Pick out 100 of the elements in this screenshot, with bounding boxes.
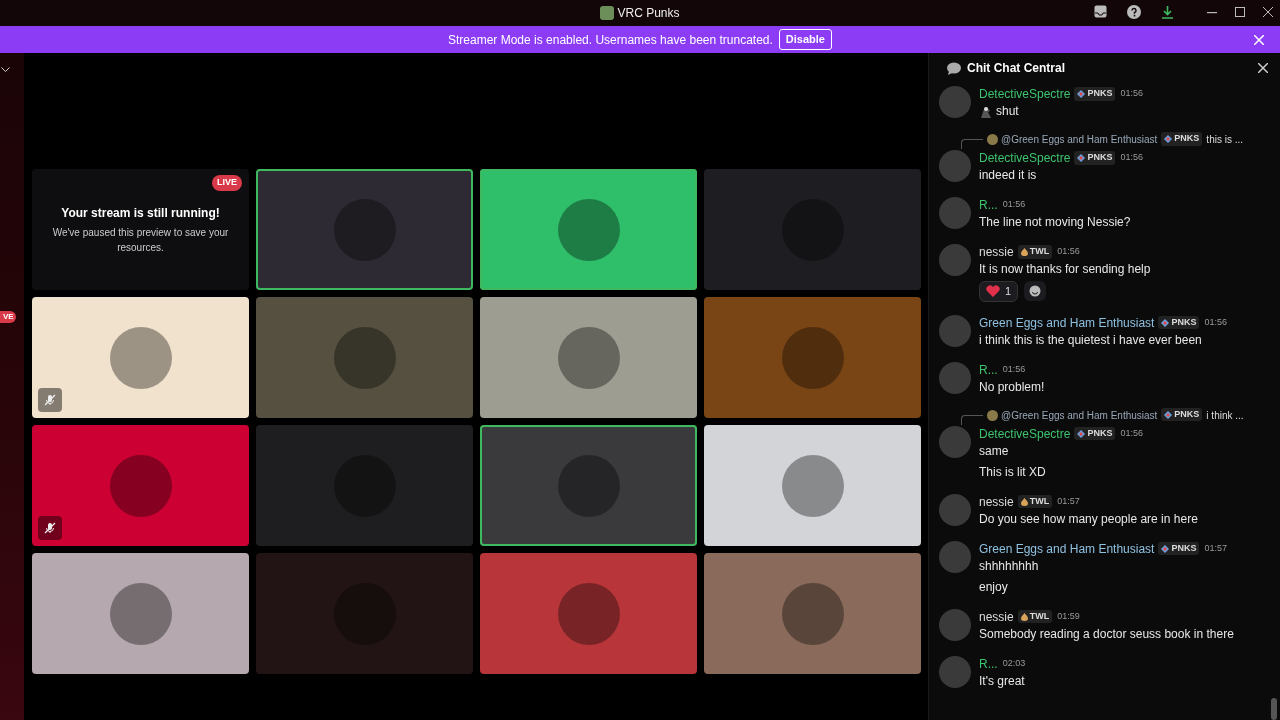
reply-preview: i think ... — [1206, 409, 1244, 421]
timestamp: 01:56 — [1120, 426, 1143, 440]
avatar-placeholder — [939, 197, 971, 229]
reply-preview: this is ... — [1206, 134, 1244, 145]
message-text: Somebody reading a doctor seuss book in there — [979, 625, 1234, 643]
diamond-icon — [1077, 429, 1086, 438]
timestamp: 01:57 — [1057, 494, 1080, 508]
message-text: No problem! — [979, 378, 1045, 396]
live-badge: VE — [0, 311, 16, 323]
participant-tile[interactable] — [32, 297, 249, 418]
heart-icon — [986, 285, 1000, 298]
flame-icon — [1020, 612, 1028, 621]
participant-tile[interactable] — [480, 553, 697, 674]
chevron-down-icon[interactable] — [1, 67, 10, 73]
avatar-placeholder — [987, 409, 998, 421]
message-text: The line not moving Nessie? — [979, 214, 1131, 231]
avatar-placeholder — [939, 361, 971, 394]
avatar-placeholder — [939, 655, 971, 688]
participant-tile[interactable] — [256, 297, 473, 418]
stream-status-title: Your stream is still running! — [61, 205, 220, 222]
message-text: i think this is the quietest i have ever been — [979, 331, 1202, 349]
diamond-icon — [1161, 318, 1170, 327]
participant-tile[interactable] — [704, 553, 921, 674]
username[interactable]: nessie — [979, 492, 1014, 511]
avatar-placeholder — [939, 540, 971, 573]
muted-mic-icon — [38, 516, 62, 540]
avatar-placeholder — [939, 425, 971, 458]
timestamp: 01:59 — [1057, 609, 1080, 623]
username[interactable]: R... — [979, 360, 998, 379]
flame-icon — [1020, 248, 1028, 256]
diamond-icon — [1164, 135, 1173, 143]
timestamp: 01:56 — [1120, 87, 1143, 101]
username[interactable]: Green Eggs and Ham Enthusiast — [979, 313, 1155, 332]
avatar-placeholder — [939, 314, 971, 347]
participant-tile[interactable] — [480, 297, 697, 418]
reply-connector-line — [961, 139, 983, 149]
username[interactable]: nessie — [979, 243, 1014, 261]
banner-text: Streamer Mode is enabled. Usernames have been truncated. — [448, 31, 773, 49]
timestamp: 02:03 — [1002, 656, 1026, 670]
maximize-icon[interactable] — [1235, 7, 1245, 17]
reply-author[interactable]: @Green Eggs and Ham Enthusiast — [1001, 409, 1158, 421]
participant-tile[interactable] — [256, 425, 473, 546]
add-reaction-button[interactable] — [1024, 281, 1047, 301]
username[interactable]: R... — [979, 654, 998, 673]
flame-icon — [1020, 497, 1028, 506]
server-icon — [600, 6, 615, 20]
avatar-placeholder — [939, 493, 971, 526]
inbox-icon[interactable] — [1094, 5, 1107, 18]
participant-tile[interactable] — [256, 169, 473, 290]
username[interactable]: nessie — [979, 607, 1014, 626]
minimize-icon[interactable] — [1207, 12, 1217, 14]
timestamp: 01:56 — [1057, 245, 1080, 259]
timestamp: 01:56 — [1120, 151, 1143, 165]
message-text: indeed it is — [979, 167, 1037, 184]
avatar-placeholder — [939, 150, 971, 182]
participant-tile[interactable] — [32, 553, 249, 674]
stream-status-text: We've paused this preview to save your resources. — [51, 226, 230, 255]
smiley-icon — [1029, 285, 1042, 297]
timestamp: 01:56 — [1204, 315, 1227, 329]
chat-bubble-icon — [947, 61, 961, 75]
download-icon[interactable] — [1161, 5, 1174, 19]
chat-title: Chit Chat Central — [967, 60, 1065, 77]
message-text: enjoy — [979, 578, 1008, 596]
message-text: same — [979, 442, 1009, 460]
participant-tile[interactable] — [704, 425, 921, 546]
avatar-placeholder — [939, 244, 971, 276]
message-text: shut — [996, 103, 1019, 120]
disable-button[interactable]: Disable — [778, 29, 832, 50]
diamond-icon — [1161, 544, 1170, 553]
timestamp: 01:56 — [1002, 198, 1026, 212]
window-title: VRC Punks — [617, 5, 680, 22]
live-badge: LIVE — [212, 175, 242, 191]
reply-connector-line — [961, 414, 983, 425]
diamond-icon — [1077, 154, 1086, 162]
scrollbar-thumb[interactable] — [1271, 698, 1277, 720]
participant-tile[interactable] — [32, 425, 249, 546]
reaction-button[interactable]: 1 — [979, 281, 1019, 302]
username[interactable]: DetectiveSpectre — [979, 85, 1071, 103]
participant-tile[interactable] — [704, 169, 921, 290]
timestamp: 01:56 — [1002, 362, 1026, 376]
message-text: shhhhhhhh — [979, 557, 1039, 575]
diamond-icon — [1164, 410, 1173, 419]
participant-tile[interactable] — [480, 425, 697, 546]
reply-author[interactable]: @Green Eggs and Ham Enthusiast — [1001, 134, 1158, 145]
username[interactable]: DetectiveSpectre — [979, 149, 1071, 167]
participant-tile[interactable] — [704, 297, 921, 418]
username[interactable]: DetectiveSpectre — [979, 424, 1071, 443]
message-text: Do you see how many people are in here — [979, 510, 1198, 528]
diamond-icon — [1077, 90, 1086, 98]
close-icon[interactable] — [1258, 63, 1268, 73]
username[interactable]: Green Eggs and Ham Enthusiast — [979, 539, 1155, 558]
message-text: This is lit XD — [979, 463, 1046, 481]
muted-mic-icon — [38, 388, 62, 412]
close-icon[interactable] — [1263, 7, 1273, 17]
username[interactable]: R... — [979, 196, 998, 214]
participant-tile[interactable] — [256, 553, 473, 674]
message-text: It is now thanks for sending help — [979, 261, 1151, 278]
help-icon[interactable] — [1127, 5, 1141, 19]
avatar-placeholder — [939, 86, 971, 118]
participant-tile[interactable] — [480, 169, 697, 290]
